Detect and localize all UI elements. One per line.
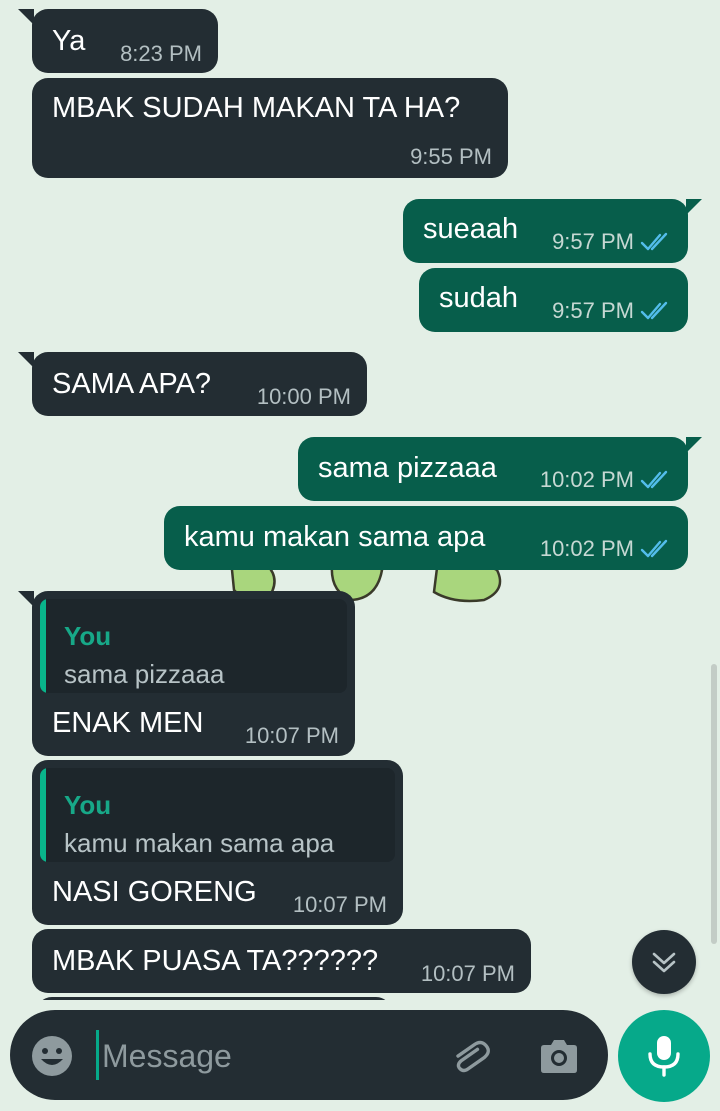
- message-text: SAMA APA?: [52, 368, 212, 400]
- message-input[interactable]: [102, 1028, 422, 1084]
- scrollbar[interactable]: [711, 664, 717, 944]
- bubble-tail: [686, 199, 702, 215]
- chat-area[interactable]: Ya 8:23 PM MBAK SUDAH MAKAN TA HA? 9:55 …: [0, 0, 720, 1000]
- message-time: 10:02 PM: [540, 467, 672, 493]
- message-time: 10:07 PM: [421, 961, 515, 987]
- incoming-reply-message[interactable]: You sama pizzaaa ENAK MEN 10:07 PM: [18, 591, 355, 756]
- incoming-message-partial[interactable]: [36, 997, 392, 1000]
- double-check-icon: [640, 232, 668, 251]
- time-label: 10:02 PM: [539, 467, 634, 492]
- time-label: 9:57 PM: [552, 298, 634, 323]
- outgoing-message[interactable]: kamu makan sama apa 10:02 PM: [164, 506, 688, 570]
- quoted-message[interactable]: You kamu makan sama apa: [40, 768, 395, 862]
- double-check-icon: [640, 470, 668, 489]
- time-label: 9:55 PM: [410, 144, 492, 169]
- text-caret: [96, 1030, 99, 1080]
- message-composer: [10, 1010, 608, 1100]
- time-label: 10:02 PM: [539, 536, 634, 561]
- message-text: sudah: [439, 282, 519, 314]
- message-text: Ya: [52, 25, 86, 57]
- message-time: 10:02 PM: [540, 536, 672, 562]
- message-text: sueaah: [423, 213, 519, 245]
- quoted-message[interactable]: You sama pizzaaa: [40, 599, 347, 693]
- message-time: 8:23 PM: [120, 41, 202, 67]
- message-time: 9:57 PM: [552, 298, 672, 324]
- paperclip-icon[interactable]: [446, 1034, 492, 1080]
- message-text: sama pizzaaa: [318, 452, 497, 484]
- chevron-double-down-icon: [652, 952, 676, 973]
- message-text: MBAK PUASA TA??????: [52, 945, 379, 977]
- outgoing-message[interactable]: sama pizzaaa 10:02 PM: [298, 437, 702, 501]
- time-label: 10:07 PM: [420, 961, 515, 986]
- double-check-icon: [640, 301, 668, 320]
- voice-message-button[interactable]: [618, 1010, 710, 1102]
- message-text: MBAK SUDAH MAKAN TA HA?: [52, 92, 461, 124]
- quote-text: kamu makan sama apa: [64, 828, 335, 858]
- message-time: 9:55 PM: [410, 144, 492, 170]
- incoming-message[interactable]: Ya 8:23 PM: [18, 9, 218, 73]
- message-time: 10:00 PM: [257, 384, 351, 410]
- emoji-icon[interactable]: [30, 1034, 74, 1078]
- camera-icon[interactable]: [536, 1034, 582, 1080]
- time-label: 10:07 PM: [292, 892, 387, 917]
- bubble-tail: [18, 591, 34, 607]
- microphone-icon: [648, 1036, 680, 1077]
- message-text: ENAK MEN: [52, 707, 204, 739]
- incoming-message[interactable]: MBAK SUDAH MAKAN TA HA? 9:55 PM: [32, 78, 508, 178]
- message-time: 10:07 PM: [293, 892, 387, 918]
- message-text: kamu makan sama apa: [184, 521, 486, 553]
- outgoing-message[interactable]: sueaah 9:57 PM: [403, 199, 702, 263]
- message-text: NASI GORENG: [52, 876, 257, 908]
- message-time: 9:57 PM: [552, 229, 672, 255]
- message-time: 10:07 PM: [245, 723, 339, 749]
- scroll-to-bottom-button[interactable]: [632, 930, 696, 994]
- quote-bar: [40, 768, 46, 862]
- quote-bar: [40, 599, 46, 693]
- bubble-tail: [686, 437, 702, 453]
- incoming-message[interactable]: MBAK PUASA TA?????? 10:07 PM: [32, 929, 531, 993]
- incoming-reply-message[interactable]: You kamu makan sama apa NASI GORENG 10:0…: [32, 760, 403, 925]
- quote-text: sama pizzaaa: [64, 659, 225, 689]
- time-label: 10:00 PM: [256, 384, 351, 409]
- time-label: 9:57 PM: [552, 229, 634, 254]
- quote-author: You: [64, 790, 112, 820]
- bubble-tail: [18, 9, 34, 25]
- time-label: 10:07 PM: [244, 723, 339, 748]
- bubble-tail: [18, 352, 34, 368]
- double-check-icon: [640, 539, 668, 558]
- incoming-message[interactable]: SAMA APA? 10:00 PM: [18, 352, 367, 416]
- quote-author: You: [64, 621, 112, 651]
- time-label: 8:23 PM: [120, 41, 202, 66]
- outgoing-message[interactable]: sudah 9:57 PM: [419, 268, 688, 332]
